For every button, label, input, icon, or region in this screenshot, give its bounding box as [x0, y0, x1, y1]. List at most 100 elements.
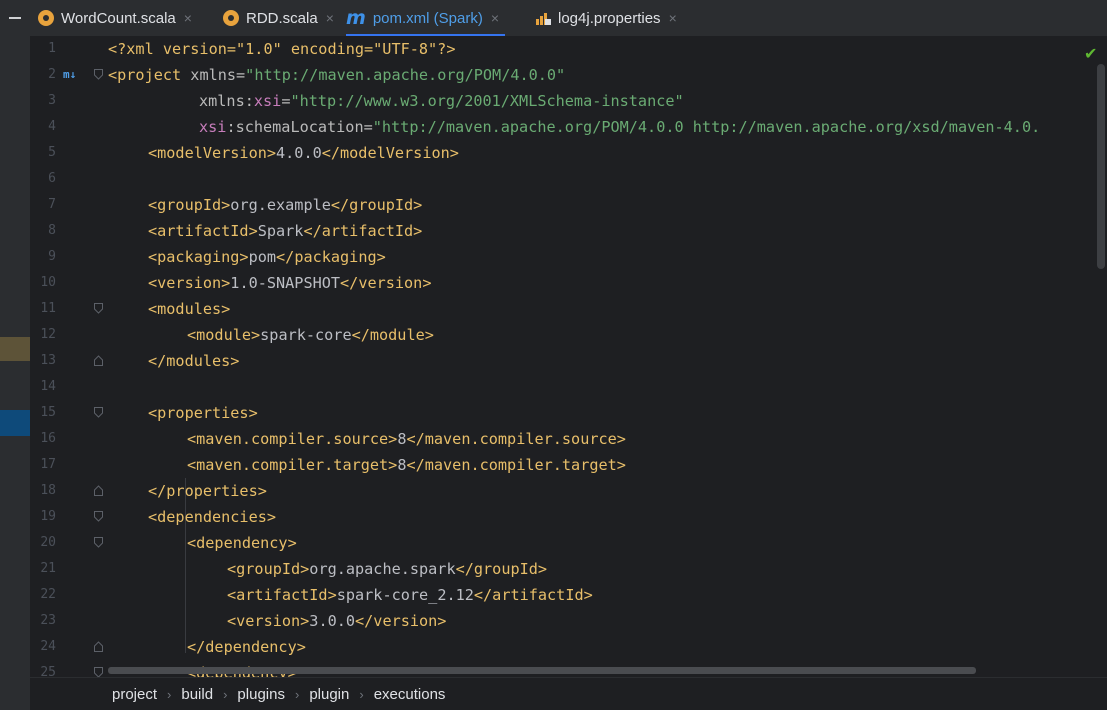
- code-text: <module>spark-core</module>: [187, 326, 434, 344]
- code-text: <dependencies>: [148, 508, 277, 526]
- fold-end-icon[interactable]: [94, 641, 103, 652]
- line-number: 18: [40, 483, 56, 498]
- fold-icon[interactable]: [94, 667, 103, 677]
- line-number: 17: [40, 457, 56, 472]
- breadcrumb-build[interactable]: build: [181, 686, 213, 703]
- line-number: 14: [40, 379, 56, 394]
- code-line: 10 <version>1.0-SNAPSHOT</version>: [30, 270, 1107, 296]
- scala-object-icon: [38, 10, 54, 26]
- code-line: 12 <module>spark-core</module>: [30, 322, 1107, 348]
- tab-pom-xml[interactable]: m pom.xml (Spark) ×: [346, 0, 506, 37]
- code-line: 14: [30, 374, 1107, 400]
- code-text: <properties>: [148, 404, 258, 422]
- code-line: 6: [30, 166, 1107, 192]
- fold-icon[interactable]: [94, 407, 103, 418]
- fold-end-icon[interactable]: [94, 355, 103, 366]
- vertical-scrollbar[interactable]: [1097, 64, 1105, 269]
- breadcrumb-executions[interactable]: executions: [374, 686, 446, 703]
- fold-icon[interactable]: [94, 511, 103, 522]
- code-line: 17 <maven.compiler.target>8</maven.compi…: [30, 452, 1107, 478]
- line-number: 21: [40, 561, 56, 576]
- fold-icon[interactable]: [94, 537, 103, 548]
- tool-window-selected-marker: [0, 410, 30, 436]
- code-line: 24 </dependency>: [30, 634, 1107, 660]
- tab-rdd-scala[interactable]: RDD.scala ×: [223, 0, 334, 36]
- code-line: 11 <modules>: [30, 296, 1107, 322]
- code-line: 19 <dependencies>: [30, 504, 1107, 530]
- tab-label: log4j.properties: [558, 9, 661, 27]
- code-text: <modelVersion>4.0.0</modelVersion>: [148, 144, 459, 162]
- line-number: 12: [40, 327, 56, 342]
- line-number: 19: [40, 509, 56, 524]
- line-number: 5: [48, 145, 56, 160]
- horizontal-scrollbar[interactable]: [108, 667, 976, 674]
- breadcrumb-project[interactable]: project: [112, 686, 157, 703]
- breadcrumb-separator-icon: ›: [359, 686, 364, 702]
- breadcrumb-separator-icon: ›: [294, 686, 300, 702]
- code-line: 7 <groupId>org.example</groupId>: [30, 192, 1107, 218]
- code-line: 3 xmlns:xsi="http://www.w3.org/2001/XMLS…: [30, 88, 1107, 114]
- line-number: 1: [48, 41, 56, 56]
- line-number: 7: [48, 197, 56, 212]
- maven-gutter-icon[interactable]: m↓: [63, 68, 76, 82]
- line-number: 15: [40, 405, 56, 420]
- line-number: 22: [40, 587, 56, 602]
- code-text: <groupId>org.example</groupId>: [148, 196, 423, 214]
- code-text: <modules>: [148, 300, 231, 318]
- code-text: <packaging>pom</packaging>: [148, 248, 386, 266]
- line-number: 24: [40, 639, 56, 654]
- close-icon[interactable]: ×: [491, 10, 499, 26]
- code-line: 9 <packaging>pom</packaging>: [30, 244, 1107, 270]
- code-text: <version>1.0-SNAPSHOT</version>: [148, 274, 432, 292]
- code-text: <maven.compiler.target>8</maven.compiler…: [187, 456, 626, 474]
- code-text: </modules>: [148, 352, 240, 370]
- inspection-ok-check-icon[interactable]: ✔: [1084, 44, 1097, 63]
- code-line: 15 <properties>: [30, 400, 1107, 426]
- editor-tab-bar: WordCount.scala × RDD.scala × m pom.xml …: [30, 0, 1107, 37]
- code-editor[interactable]: 1 <?xml version="1.0" encoding="UTF-8"?>…: [30, 36, 1107, 677]
- line-number: 10: [40, 275, 56, 290]
- line-number: 16: [40, 431, 56, 446]
- line-number: 8: [48, 223, 56, 238]
- code-line: 1 <?xml version="1.0" encoding="UTF-8"?>: [30, 36, 1107, 62]
- fold-end-icon[interactable]: [94, 485, 103, 496]
- line-number: 20: [40, 535, 56, 550]
- tool-window-marker: [0, 337, 30, 361]
- code-text: <?xml version="1.0" encoding="UTF-8"?>: [108, 40, 456, 58]
- code-text: <version>3.0.0</version>: [227, 612, 447, 630]
- line-number: 2: [48, 67, 56, 82]
- code-line: 18 </properties>: [30, 478, 1107, 504]
- breadcrumb-plugin[interactable]: plugin: [309, 686, 349, 703]
- collapse-minus-icon[interactable]: [0, 0, 30, 36]
- code-text: <maven.compiler.source>8</maven.compiler…: [187, 430, 626, 448]
- tab-label: RDD.scala: [246, 9, 318, 27]
- code-text: </properties>: [148, 482, 267, 500]
- code-line: 13 </modules>: [30, 348, 1107, 374]
- code-text: <groupId>org.apache.spark</groupId>: [227, 560, 548, 578]
- line-number: 4: [48, 119, 56, 134]
- close-icon[interactable]: ×: [184, 10, 192, 26]
- line-number: 13: [40, 353, 56, 368]
- tab-log4j-properties[interactable]: log4j.properties ×: [535, 0, 677, 36]
- properties-file-icon: [535, 10, 551, 26]
- code-line: 20 <dependency>: [30, 530, 1107, 556]
- breadcrumb: project › build › plugins › plugin › exe…: [30, 677, 1107, 710]
- tab-label: WordCount.scala: [61, 9, 176, 27]
- breadcrumb-separator-icon: ›: [167, 686, 172, 702]
- fold-icon[interactable]: [94, 69, 103, 80]
- code-text: <dependency>: [187, 534, 297, 552]
- code-text: xsi:schemaLocation="http://maven.apache.…: [199, 118, 1041, 136]
- tab-wordcount-scala[interactable]: WordCount.scala ×: [38, 0, 192, 36]
- line-number: 9: [48, 249, 56, 264]
- fold-icon[interactable]: [94, 303, 103, 314]
- code-line: 21 <groupId>org.apache.spark</groupId>: [30, 556, 1107, 582]
- breadcrumb-plugins[interactable]: plugins: [237, 686, 285, 703]
- code-line: 23 <version>3.0.0</version>: [30, 608, 1107, 634]
- line-number: 6: [48, 171, 56, 186]
- line-number: 25: [40, 665, 56, 677]
- maven-icon: m: [346, 7, 366, 29]
- line-number: 3: [48, 93, 56, 108]
- close-icon[interactable]: ×: [669, 10, 677, 26]
- code-text: xmlns:xsi="http://www.w3.org/2001/XMLSch…: [199, 92, 684, 110]
- close-icon[interactable]: ×: [326, 10, 334, 26]
